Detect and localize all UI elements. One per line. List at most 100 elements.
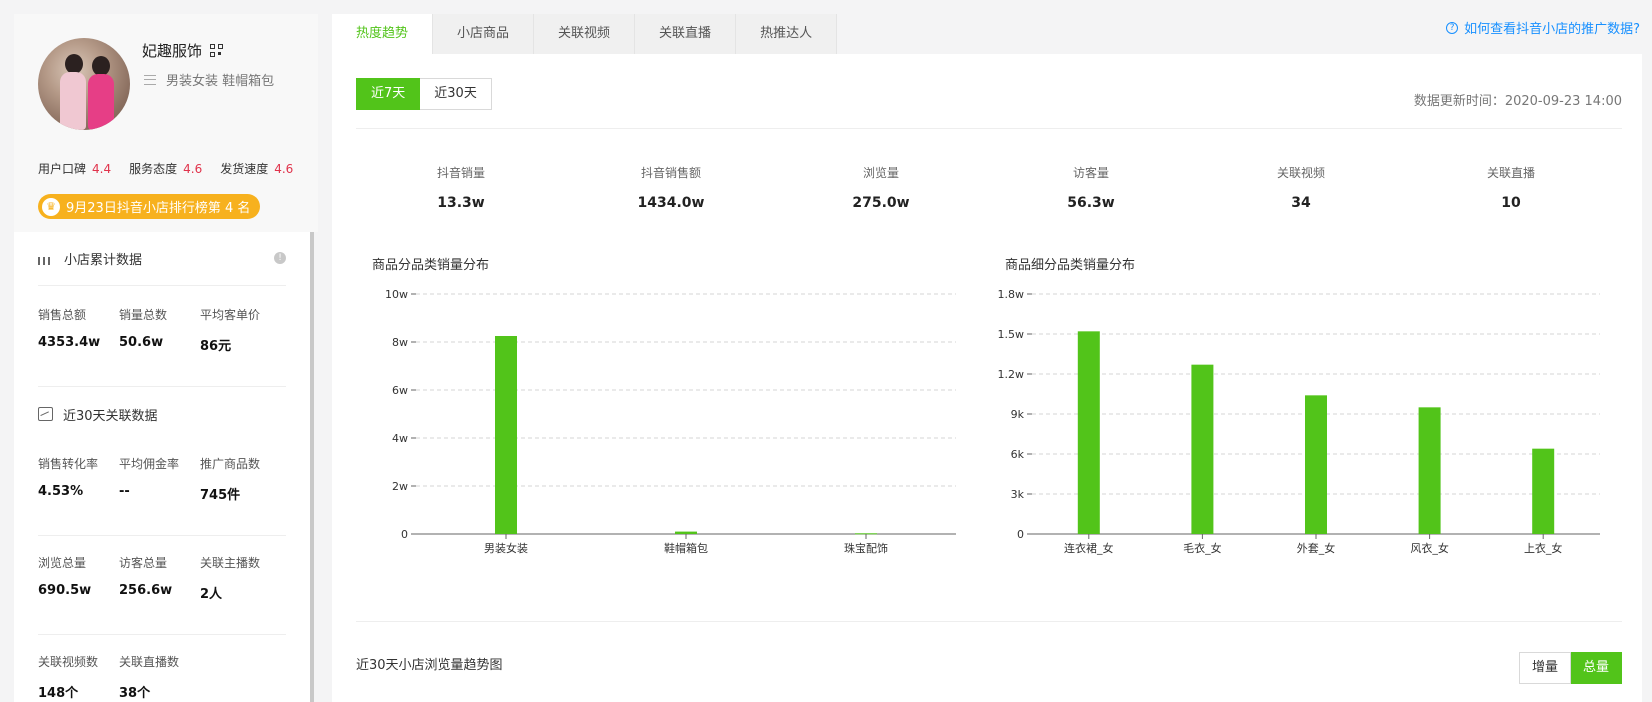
stat-item: 销售总额 4353.4w	[38, 308, 101, 350]
rank-badge[interactable]: ♛ 9月23日抖音小店排行榜第 4 名	[38, 194, 261, 219]
summary-item: 关联视频 34	[1276, 166, 1325, 211]
shop-name-row: 妃趣服饰	[142, 40, 224, 61]
main-tabs: 热度趋势 小店商品 关联视频 关联直播 热推达人	[332, 14, 838, 54]
tab-related-videos[interactable]: 关联视频	[534, 14, 636, 54]
recent30-section-header: 近30天关联数据	[38, 387, 286, 441]
help-link-text: 如何查看抖音小店的推广数据?	[1464, 22, 1640, 37]
shop-stats-panel: 小店累计数据 ! 销售总额 4353.4w 销量总数 50.6w 平均客单价 86元 …	[14, 232, 310, 702]
stat-item: 平均客单价 86元	[200, 308, 261, 354]
y-tick-label: 6w	[392, 384, 408, 397]
stat-item: 推广商品数 745件	[200, 457, 261, 503]
category-sales-chart: 0 2w 4w 6w 8w 10w 男装女装 鞋帽箱包 珠宝配饰	[385, 288, 956, 555]
update-time: 数据更新时间：2020-09-23 14:00	[1413, 94, 1622, 109]
bar	[495, 336, 517, 534]
shop-avatar[interactable]	[38, 38, 130, 130]
tab-shop-products[interactable]: 小店商品	[433, 14, 535, 54]
x-tick-label: 上衣_女	[1524, 541, 1563, 555]
x-tick-label: 珠宝配饰	[844, 541, 888, 555]
y-tick-label: 8w	[392, 336, 408, 349]
stat-item: 访客总量 256.6w	[119, 556, 173, 598]
x-tick-label: 外套_女	[1297, 541, 1336, 555]
info-icon[interactable]: !	[274, 252, 286, 264]
summary-item: 抖音销售额 1434.0w	[637, 166, 705, 211]
x-tick-label: 毛衣_女	[1183, 541, 1222, 555]
bar	[675, 531, 697, 534]
rating-item: 服务态度 4.6	[129, 162, 203, 176]
help-link[interactable]: ? 如何查看抖音小店的推广数据?	[1446, 18, 1640, 37]
summary-item: 抖音销量 13.3w	[436, 166, 485, 211]
bar	[1077, 331, 1100, 534]
shop-categories: 男装女装 鞋帽箱包	[166, 74, 275, 89]
shop-name: 妃趣服饰	[142, 42, 203, 60]
stat-item: 浏览总量 690.5w	[38, 556, 92, 598]
range-selector: 近7天 近30天	[356, 78, 492, 110]
summary-item: 访客量 56.3w	[1067, 166, 1115, 211]
recent30-stats-row3: 关联视频数 148个 关联直播数 38个	[38, 635, 286, 702]
tab-hot-influencers[interactable]: 热推达人	[736, 14, 838, 54]
summary-metrics: 抖音销量 13.3w 抖音销售额 1434.0w 浏览量 275.0w 访客量 56.3…	[356, 164, 1616, 211]
range-7d-button[interactable]: 近7天	[356, 78, 421, 110]
tab-related-live[interactable]: 关联直播	[635, 14, 737, 54]
cumulative-title: 小店累计数据	[64, 253, 143, 268]
sidebar-scrollbar[interactable]	[310, 232, 314, 702]
page: 妃趣服饰 男装女装 鞋帽箱包 用户口碑 4.4 服务态度 4.6 发货速度 4.6 ♛…	[0, 0, 1652, 702]
bar-trend-icon	[38, 253, 54, 265]
rating-item: 发货速度 4.6	[220, 162, 294, 176]
subcategory-sales-chart: 0 3k 6k 9k 1.2w 1.5w 1.8w 连衣裙_女 毛衣_女 外套_女 风衣_女 上衣_女	[998, 288, 1600, 555]
total-toggle-button[interactable]: 总量	[1570, 652, 1622, 684]
crown-icon: ♛	[42, 197, 60, 216]
tab-heat-trend[interactable]: 热度趋势	[332, 14, 434, 54]
stat-item: 平均佣金率 --	[119, 457, 180, 499]
recent30-stats-row2: 浏览总量 690.5w 访客总量 256.6w 关联主播数 2人	[38, 536, 286, 635]
trend-chart-title: 近30天小店浏览量趋势图	[356, 658, 503, 673]
main-panel: 近7天 近30天 数据更新时间：2020-09-23 14:00 抖音销量 13.…	[332, 54, 1642, 702]
y-tick-label: 4w	[392, 432, 408, 445]
line-chart-icon	[38, 407, 53, 421]
list-icon	[144, 74, 156, 85]
bar	[1191, 364, 1214, 534]
divider	[356, 128, 1622, 129]
summary-item: 关联直播 10	[1486, 166, 1535, 211]
y-tick-label: 10w	[385, 288, 408, 301]
y-tick-label: 0	[1017, 528, 1024, 541]
x-tick-label: 鞋帽箱包	[664, 541, 708, 555]
trend-toggle: 增量 总量	[1518, 652, 1622, 684]
stat-item: 销量总数 50.6w	[119, 308, 168, 350]
x-tick-label: 连衣裙_女	[1064, 541, 1114, 555]
y-tick-label: 2w	[392, 480, 408, 493]
stat-item: 销售转化率 4.53%	[38, 457, 99, 499]
subcategory-chart-title: 商品细分品类销量分布	[1005, 258, 1136, 273]
x-tick-label: 风衣_女	[1410, 541, 1449, 555]
rank-badge-text: 9月23日抖音小店排行榜第 4 名	[66, 201, 251, 216]
y-tick-label: 1.8w	[998, 288, 1025, 301]
y-tick-label: 0	[401, 528, 408, 541]
shop-profile: 妃趣服饰 男装女装 鞋帽箱包 用户口碑 4.4 服务态度 4.6 发货速度 4.6 ♛…	[14, 14, 318, 232]
recent30-stats-row1: 销售转化率 4.53% 平均佣金率 -- 推广商品数 745件	[38, 441, 286, 536]
shop-categories-row: 男装女装 鞋帽箱包	[144, 70, 274, 89]
summary-item: 浏览量 275.0w	[852, 166, 910, 211]
stat-item: 关联视频数 148个	[38, 655, 99, 701]
stat-item: 关联直播数 38个	[119, 655, 180, 701]
y-tick-label: 1.2w	[998, 368, 1025, 381]
y-tick-label: 1.5w	[998, 328, 1025, 341]
stat-item: 关联主播数 2人	[200, 556, 261, 602]
x-tick-label: 男装女装	[484, 541, 528, 555]
category-chart-title: 商品分品类销量分布	[372, 258, 490, 273]
divider	[356, 621, 1622, 622]
recent30-title: 近30天关联数据	[63, 408, 158, 424]
rating-item: 用户口碑 4.4	[38, 162, 112, 176]
y-tick-label: 3k	[1011, 488, 1025, 501]
shop-sidebar: 妃趣服饰 男装女装 鞋帽箱包 用户口碑 4.4 服务态度 4.6 发货速度 4.6 ♛…	[14, 14, 318, 702]
range-30d-button[interactable]: 近30天	[420, 78, 492, 110]
bar	[1418, 407, 1441, 534]
shop-ratings: 用户口碑 4.4 服务态度 4.6 发货速度 4.6	[38, 160, 293, 177]
qrcode-icon[interactable]	[210, 43, 224, 58]
bar	[1532, 448, 1555, 534]
bar	[1305, 395, 1327, 534]
question-icon: ?	[1446, 21, 1459, 34]
y-tick-label: 9k	[1011, 408, 1025, 421]
y-tick-label: 6k	[1011, 448, 1025, 461]
cumulative-stats: 销售总额 4353.4w 销量总数 50.6w 平均客单价 86元	[38, 286, 286, 387]
cumulative-section-header: 小店累计数据 !	[38, 232, 286, 286]
increment-toggle-button[interactable]: 增量	[1518, 652, 1571, 684]
